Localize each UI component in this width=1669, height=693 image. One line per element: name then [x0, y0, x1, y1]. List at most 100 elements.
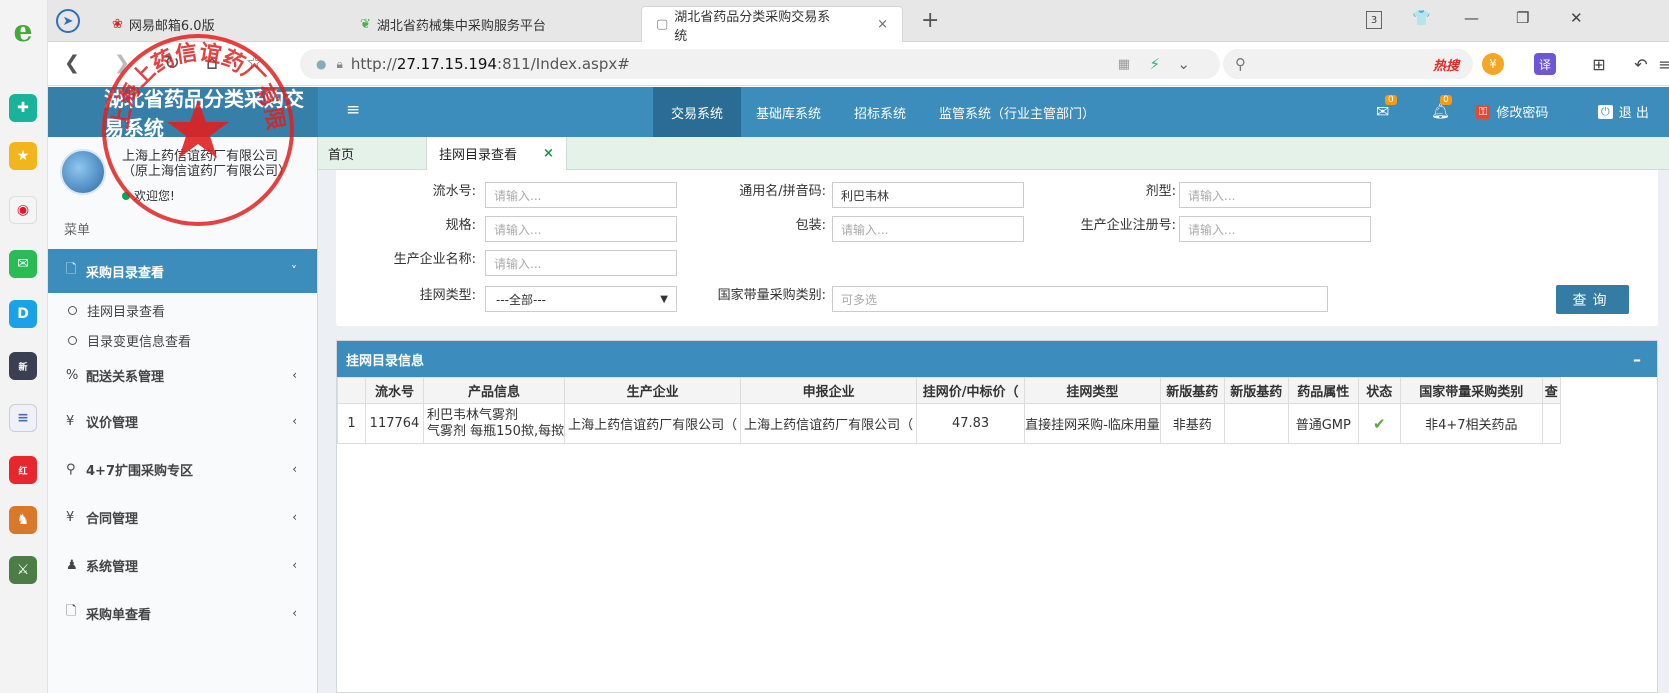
col-applicant[interactable]: 申报企业: [740, 377, 918, 404]
url-dropdown-icon[interactable]: ⌄: [1177, 55, 1190, 73]
game2-app-icon[interactable]: ⚔: [9, 556, 37, 584]
apps-grid-icon[interactable]: ⊞: [1588, 53, 1610, 75]
translate-icon[interactable]: 译: [1534, 53, 1556, 75]
undo-icon[interactable]: ↶: [1630, 53, 1652, 75]
search-input[interactable]: ⚲ 热搜: [1223, 49, 1473, 79]
health-app-icon[interactable]: ✚: [9, 94, 37, 122]
registration-input[interactable]: 请输入...: [1179, 216, 1371, 242]
circle-icon: [68, 336, 77, 345]
query-button[interactable]: 查询: [1556, 285, 1629, 314]
browser-tab-active[interactable]: ▢ 湖北省药品分类采购交易系统 ×: [641, 6, 903, 44]
col-serial[interactable]: 流水号: [365, 377, 424, 404]
note-app-icon[interactable]: ≡: [9, 404, 37, 432]
new-tab-icon[interactable]: +: [921, 8, 939, 33]
sidebar-item-delivery[interactable]: % 配送关系管理 ‹: [48, 353, 317, 397]
close-window-icon[interactable]: ✕: [1570, 9, 1583, 27]
tab-count-badge[interactable]: 3: [1366, 11, 1382, 29]
sidebar-item-label: 4+7扩围采购专区: [86, 463, 193, 479]
sidebar-subitem-listing[interactable]: 挂网目录查看: [68, 301, 165, 320]
table-row[interactable]: 1 117764 利巴韦林气雾剂 气雾剂 每瓶150揿,每揿 上海上药信谊药厂有…: [337, 403, 1561, 444]
hot-search-label[interactable]: 热搜: [1433, 55, 1459, 74]
refresh-icon[interactable]: ↻: [164, 52, 180, 74]
generic-name-input[interactable]: 利巴韦林: [832, 182, 1024, 208]
nav-supervision[interactable]: 监管系统（行业主管部门）: [921, 87, 1113, 137]
mail-notifications[interactable]: ✉ 0: [1376, 95, 1397, 121]
tab-listing[interactable]: 挂网目录查看 ×: [426, 137, 567, 170]
pack-input[interactable]: 请输入...: [832, 216, 1024, 242]
col-national[interactable]: 国家带量采购类别: [1399, 377, 1543, 404]
forward-icon[interactable]: ❯: [114, 52, 130, 74]
home-icon[interactable]: ⌂: [206, 52, 218, 74]
sidebar-item-catalog[interactable]: 🗋︎ 采购目录查看 ˅: [48, 249, 317, 293]
sidebar-item-system[interactable]: ♟ 系统管理 ‹: [48, 543, 317, 587]
percent-icon: %: [66, 367, 79, 383]
change-password-link[interactable]: ⚿ 修改密码: [1476, 102, 1548, 121]
game-app-icon[interactable]: ♞: [9, 506, 37, 534]
nav-trading[interactable]: 交易系统: [653, 87, 742, 137]
shop-app-icon[interactable]: 红: [9, 456, 37, 484]
back-icon[interactable]: ❮: [64, 52, 80, 74]
col-basic-drug-1[interactable]: 新版基药: [1159, 377, 1225, 404]
docs-app-icon[interactable]: D: [9, 300, 37, 328]
col-listing-type[interactable]: 挂网类型: [1024, 377, 1161, 404]
sidebar-subitem-changes[interactable]: 目录变更信息查看: [68, 331, 191, 350]
key-icon: ⚿: [1476, 104, 1491, 119]
browser-tab-netease[interactable]: ❀ 网易邮箱6.0版: [98, 6, 229, 42]
col-attribute[interactable]: 药品属性: [1287, 377, 1359, 404]
serial-input[interactable]: 请输入...: [485, 182, 677, 208]
app-title[interactable]: 湖北省药品分类采购交易系统: [48, 87, 318, 140]
user-name-line2: （原上海信谊药厂有限公司）: [122, 164, 292, 179]
coin-icon[interactable]: ¥: [1482, 53, 1504, 75]
navigate-icon[interactable]: ➤: [56, 9, 80, 33]
sidebar-item-negotiation[interactable]: ¥ 议价管理 ‹: [48, 399, 317, 443]
col-more[interactable]: 查: [1541, 377, 1561, 404]
app-header: 湖北省药品分类采购交易系统 ≡ 交易系统 基础库系统 招标系统 监管系统（行业主…: [48, 87, 1669, 140]
url-host: 27.17.15.194: [396, 55, 498, 73]
nav-base[interactable]: 基础库系统: [738, 87, 839, 137]
col-maker[interactable]: 生产企业: [564, 377, 742, 404]
browser-tab-platform[interactable]: ❦ 湖北省药械集中采购服务平台: [346, 6, 560, 42]
hamburger-icon[interactable]: ≡: [346, 100, 360, 120]
browser-logo-icon[interactable]: e: [6, 14, 40, 49]
serial-label: 流水号:: [432, 184, 476, 199]
restore-icon[interactable]: ❐: [1516, 9, 1529, 27]
minimize-icon[interactable]: —: [1464, 9, 1479, 27]
close-icon[interactable]: ×: [543, 146, 554, 161]
spec-input[interactable]: 请输入...: [485, 216, 677, 242]
row-index: 1: [337, 403, 366, 444]
table-header-row: 流水号 产品信息 生产企业 申报企业 挂网价/中标价（ 挂网类型 新版基药 新版…: [337, 377, 1561, 404]
change-password-label: 修改密码: [1496, 106, 1549, 121]
check-icon: ✔: [1372, 414, 1386, 433]
logout-link[interactable]: ⏻ 退 出: [1598, 102, 1649, 121]
col-price[interactable]: 挂网价/中标价（: [916, 377, 1026, 404]
logout-label: 退 出: [1618, 106, 1649, 121]
results-table: 流水号 产品信息 生产企业 申报企业 挂网价/中标价（ 挂网类型 新版基药 新版…: [337, 377, 1561, 444]
national-category-input[interactable]: 可多选: [832, 286, 1328, 312]
pin-icon: ⚲: [66, 461, 76, 477]
url-field[interactable]: ● 🔒︎ http://27.17.15.194:811/Index.aspx#…: [300, 49, 1220, 79]
listing-type-select[interactable]: ---全部--- ▼: [485, 286, 677, 312]
sidebar-item-47[interactable]: ⚲ 4+7扩围采购专区 ‹: [48, 447, 317, 491]
yen-icon: ¥: [66, 509, 75, 525]
col-product[interactable]: 产品信息: [422, 377, 566, 404]
skin-icon[interactable]: 👕: [1412, 9, 1431, 27]
sidebar-item-contract[interactable]: ¥ 合同管理 ‹: [48, 495, 317, 539]
nav-tender[interactable]: 招标系统: [836, 87, 924, 137]
form-input[interactable]: 请输入...: [1179, 182, 1371, 208]
menu-icon[interactable]: ≡: [1658, 53, 1669, 75]
maker-input[interactable]: 请输入...: [485, 250, 677, 276]
tab-home[interactable]: 首页: [328, 137, 354, 170]
sidebar-item-orders[interactable]: 🗋︎ 采购单查看 ‹: [48, 591, 317, 635]
mail-icon[interactable]: ✉: [9, 250, 37, 278]
qr-icon[interactable]: ▦: [1118, 57, 1130, 72]
collapse-icon[interactable]: –: [1633, 350, 1641, 369]
news-app-icon[interactable]: 新: [9, 352, 37, 380]
favorites-icon[interactable]: ★: [9, 142, 37, 170]
alert-notifications[interactable]: 🔔︎ 0: [1431, 95, 1452, 120]
weibo-icon[interactable]: ◉: [9, 196, 37, 224]
bookmark-star-icon[interactable]: ☆: [246, 52, 263, 74]
close-tab-icon[interactable]: ×: [877, 17, 888, 32]
col-status[interactable]: 状态: [1357, 377, 1401, 404]
lightning-icon[interactable]: ⚡: [1149, 55, 1160, 73]
col-basic-drug-2[interactable]: 新版基药: [1223, 377, 1289, 404]
